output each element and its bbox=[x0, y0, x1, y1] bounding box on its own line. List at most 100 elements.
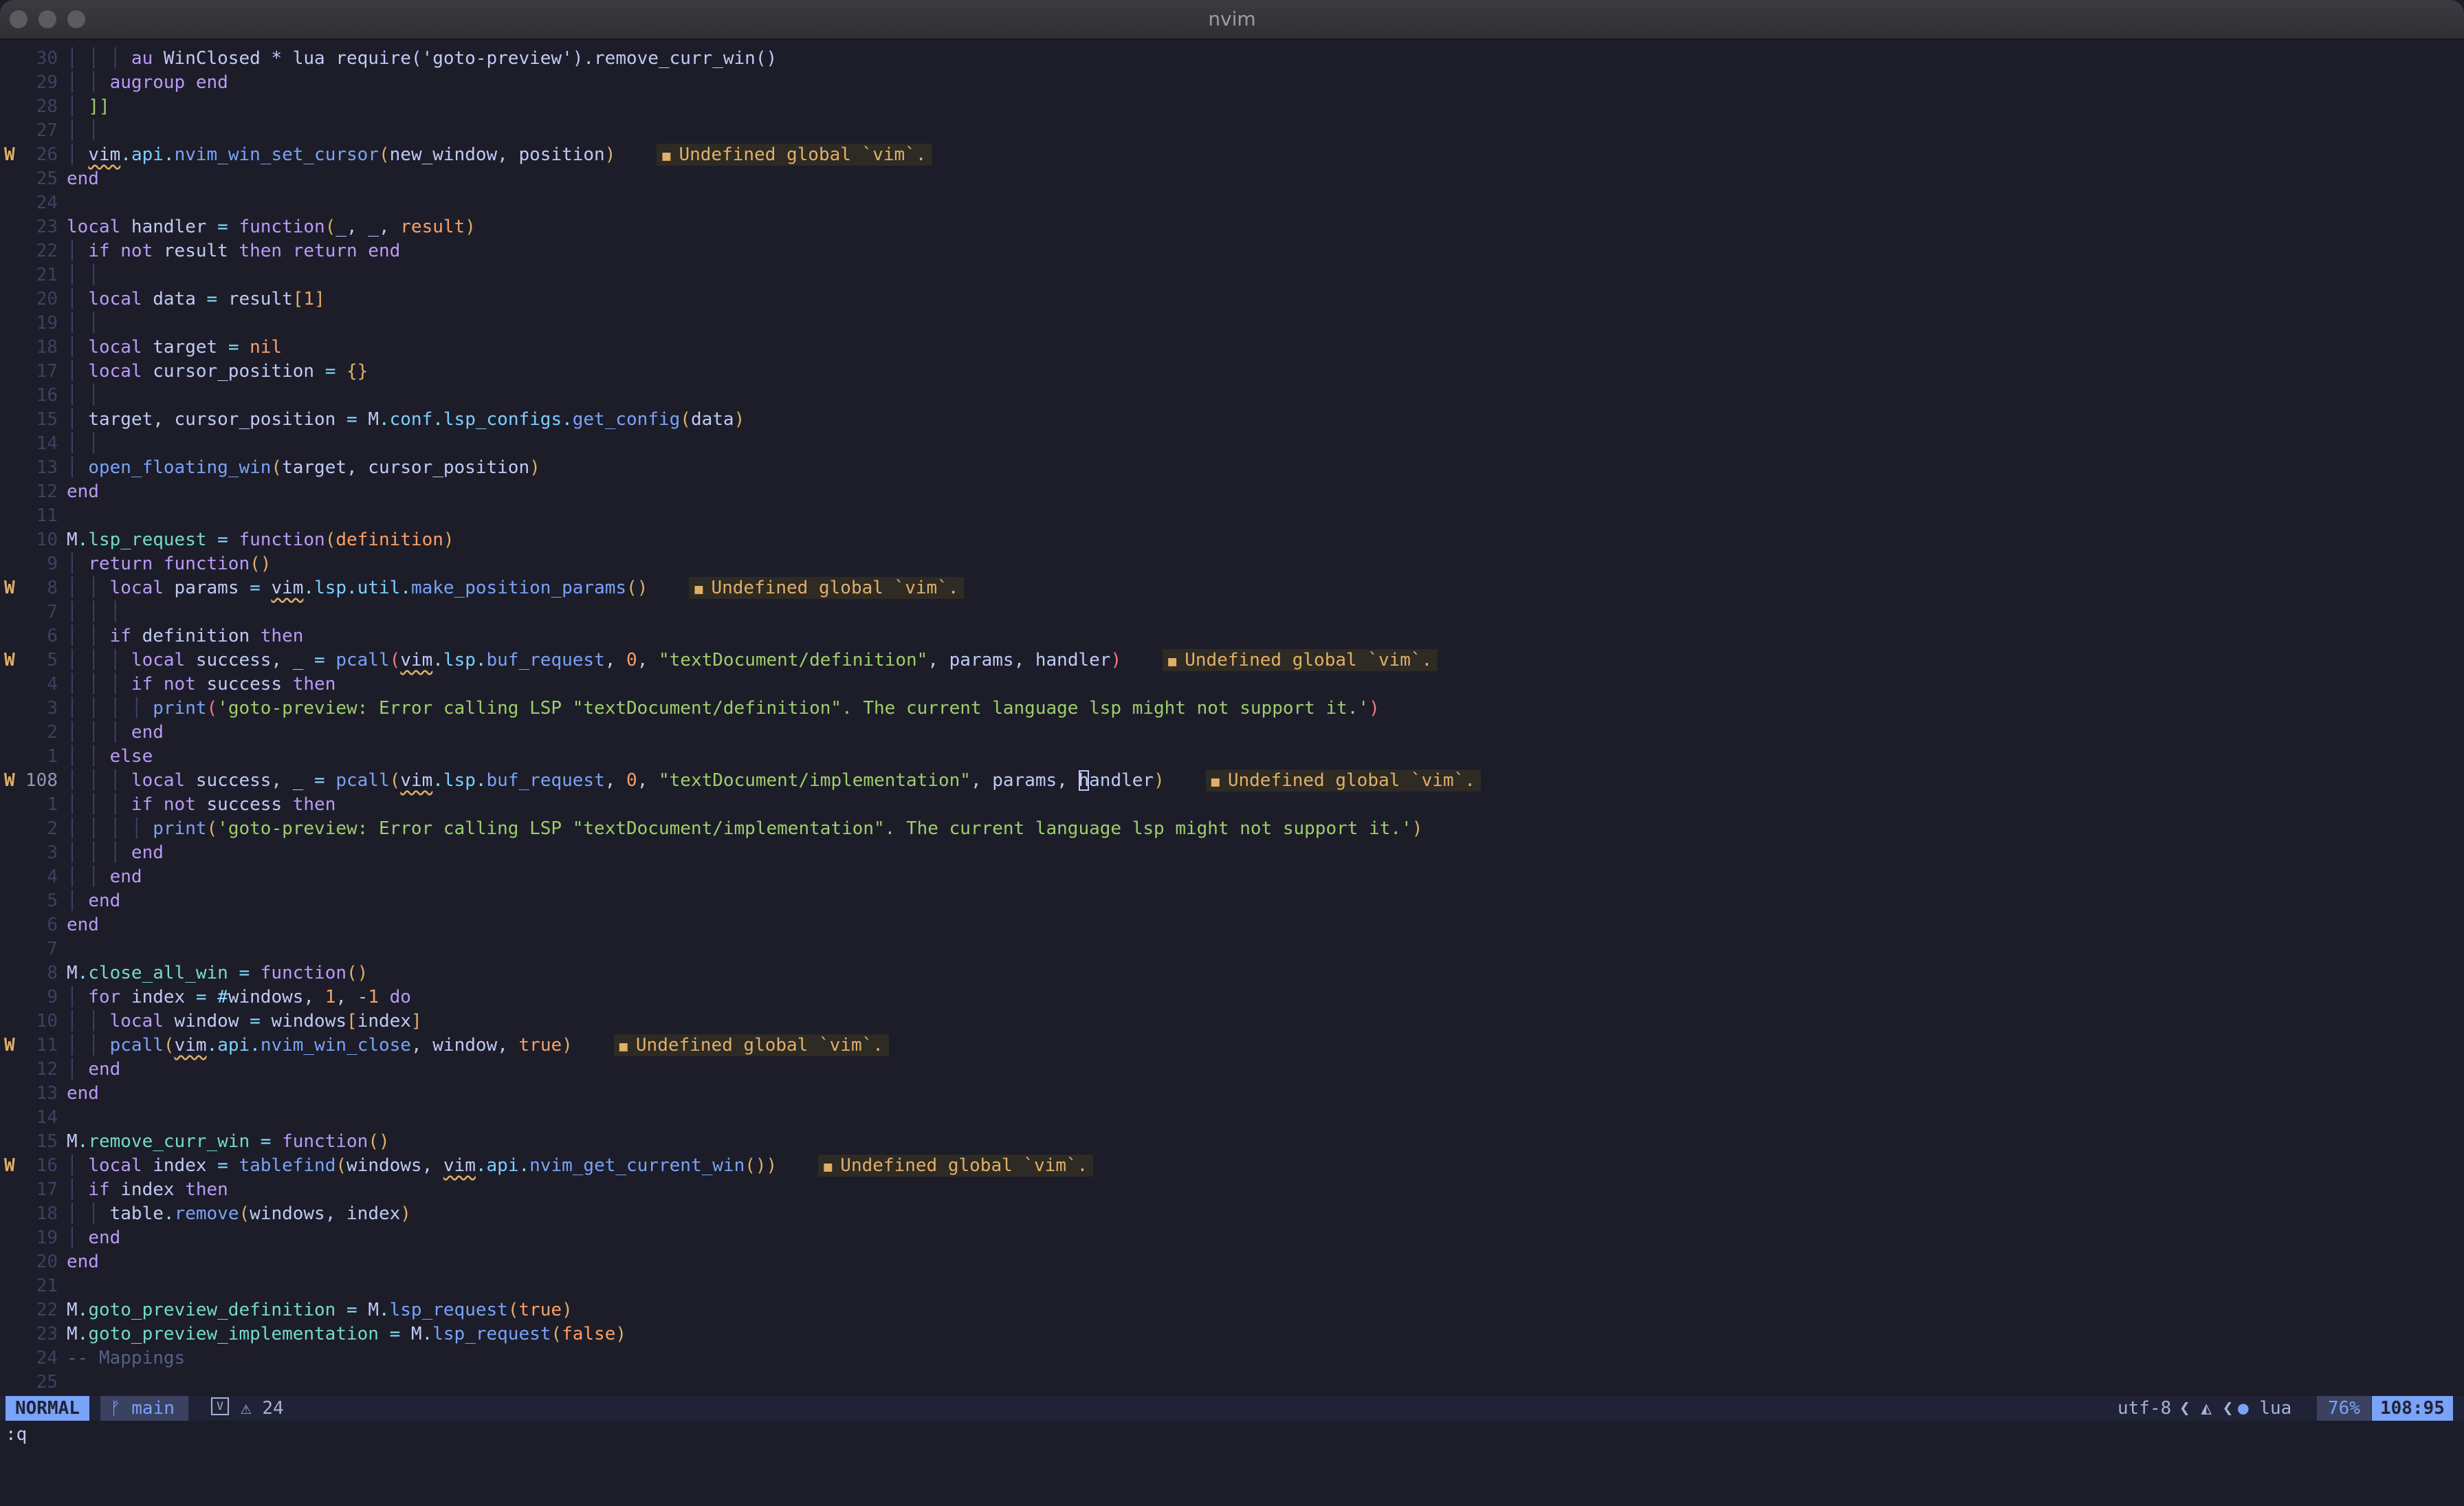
code-token: window bbox=[174, 1011, 250, 1032]
code-token: , bbox=[637, 770, 659, 791]
buffer-line[interactable]: 7 │ │ │ bbox=[0, 600, 2464, 624]
buffer-line[interactable]: W 108 │ │ │ local success, _ = pcall(vim.l… bbox=[0, 769, 2464, 793]
buffer-line[interactable]: 30 │ │ │ au WinClosed * lua require('goto… bbox=[0, 47, 2464, 71]
buffer-line[interactable]: 2 │ │ │ │ print('goto-preview: Error call… bbox=[0, 817, 2464, 841]
code-token: vim bbox=[88, 144, 121, 165]
diagnostic-virtual-text: ■ Undefined global `vim`. bbox=[613, 1034, 889, 1056]
buffer-line[interactable]: 14 │ │ bbox=[0, 432, 2464, 456]
line-number: 23 bbox=[36, 1324, 58, 1344]
buffer-line[interactable]: 10 M.lsp_request = function(definition) bbox=[0, 528, 2464, 552]
git-branch[interactable]: ᚠ main bbox=[100, 1396, 188, 1421]
diagnostics-count[interactable]: ⚠ 24 bbox=[241, 1396, 284, 1421]
buffer-line[interactable]: 22 M.goto_preview_definition = M.lsp_requ… bbox=[0, 1298, 2464, 1322]
code-token: true bbox=[518, 1035, 562, 1056]
buffer-line[interactable]: 24 bbox=[0, 191, 2464, 215]
buffer-line[interactable]: 25 end bbox=[0, 167, 2464, 191]
line-number: 21 bbox=[36, 265, 58, 285]
buffer-line[interactable]: 12 end bbox=[0, 480, 2464, 504]
code-token: = bbox=[324, 361, 346, 382]
code-token: ) bbox=[1154, 770, 1165, 791]
buffer-line[interactable]: 29 │ │ augroup end bbox=[0, 71, 2464, 95]
buffer-line[interactable]: 14 bbox=[0, 1106, 2464, 1130]
code-token: local bbox=[67, 217, 131, 237]
buffer-line[interactable]: 19 │ │ bbox=[0, 312, 2464, 336]
code-token: 1 bbox=[324, 987, 336, 1007]
code-token: function bbox=[260, 963, 347, 983]
line-number: 1 bbox=[47, 746, 58, 767]
line-number: 9 bbox=[47, 554, 58, 574]
buffer-line[interactable]: 7 bbox=[0, 937, 2464, 961]
buffer-line[interactable]: W 11 │ │ pcall(vim.api.nvim_win_close, win… bbox=[0, 1034, 2464, 1058]
diagnostic-square-icon: ■ bbox=[662, 147, 679, 164]
buffer-line[interactable]: 21 │ │ bbox=[0, 263, 2464, 287]
buffer-line[interactable]: W 16 │ local index = tablefind(windows, vi… bbox=[0, 1154, 2464, 1178]
buffer-line[interactable]: 13 │ open_floating_win(target, cursor_pos… bbox=[0, 456, 2464, 480]
buffer-line[interactable]: 2 │ │ │ end bbox=[0, 721, 2464, 745]
buffer-line[interactable]: 1 │ │ │ if not success then bbox=[0, 793, 2464, 817]
buffer-line[interactable]: 13 end bbox=[0, 1082, 2464, 1106]
statusline: NORMAL ᚠ main V ⚠ 24 utf-8 ❮ ◭ ❮ ● lua 7… bbox=[0, 1396, 2464, 1421]
command-line[interactable]: :q bbox=[6, 1422, 27, 1447]
code-token: nvim_win_close bbox=[260, 1035, 411, 1056]
file-encoding: utf-8 bbox=[2118, 1398, 2172, 1419]
buffer-line[interactable]: 22 │ if not result then return end bbox=[0, 239, 2464, 263]
code-token: params bbox=[174, 578, 250, 598]
git-branch-label: main bbox=[131, 1398, 175, 1419]
buffer-line[interactable]: 4 │ │ end bbox=[0, 865, 2464, 889]
code-text: │ │ local window = windows[index] bbox=[67, 1010, 422, 1034]
buffer-line[interactable]: 15 │ target, cursor_position = M.conf.lsp… bbox=[0, 408, 2464, 432]
code-token: result bbox=[228, 289, 293, 309]
code-token: . bbox=[77, 963, 89, 983]
buffer-line[interactable]: 6 │ │ if definition then bbox=[0, 624, 2464, 648]
buffer-line[interactable]: 23 local handler = function(_, _, result) bbox=[0, 215, 2464, 239]
buffer-line[interactable]: 12 │ end bbox=[0, 1058, 2464, 1082]
buffer-line[interactable]: W 5 │ │ │ local success, _ = pcall(vim.lsp… bbox=[0, 648, 2464, 673]
buffer-line[interactable]: 4 │ │ │ if not success then bbox=[0, 673, 2464, 697]
code-token: │ │ bbox=[67, 72, 110, 93]
code-token: true bbox=[518, 1300, 562, 1320]
code-token: │ bbox=[67, 96, 89, 117]
buffer-line[interactable]: 11 bbox=[0, 504, 2464, 528]
line-number: 14 bbox=[36, 433, 58, 454]
code-token: = bbox=[250, 1011, 272, 1032]
buffer-line[interactable]: 21 bbox=[0, 1274, 2464, 1298]
buffer-line[interactable]: 9 │ return function() bbox=[0, 552, 2464, 576]
buffer-line[interactable]: 20 │ local data = result[1] bbox=[0, 287, 2464, 312]
buffer-line[interactable]: 17 │ local cursor_position = {} bbox=[0, 360, 2464, 384]
buffer-line[interactable]: 6 end bbox=[0, 913, 2464, 937]
editor-buffer[interactable]: 30 │ │ │ au WinClosed * lua require('goto… bbox=[0, 47, 2464, 1395]
code-text: │ │ bbox=[67, 263, 99, 287]
buffer-line[interactable]: 20 end bbox=[0, 1250, 2464, 1274]
buffer-line[interactable]: 17 │ if index then bbox=[0, 1178, 2464, 1202]
diagnostic-square-icon: ■ bbox=[694, 580, 712, 597]
buffer-line[interactable]: 25 bbox=[0, 1371, 2464, 1395]
code-token: = bbox=[239, 963, 261, 983]
file-progress: 76% bbox=[2317, 1396, 2371, 1421]
buffer-line[interactable]: 3 │ │ │ end bbox=[0, 841, 2464, 865]
buffer-line[interactable]: 18 │ local target = nil bbox=[0, 336, 2464, 360]
code-token: ) bbox=[562, 1035, 573, 1056]
buffer-line[interactable]: W 8 │ │ local params = vim.lsp.util.make_p… bbox=[0, 576, 2464, 600]
code-token: ) bbox=[529, 457, 540, 478]
buffer-line[interactable]: 23 M.goto_preview_implementation = M.lsp_… bbox=[0, 1322, 2464, 1346]
buffer-line[interactable]: 19 │ end bbox=[0, 1226, 2464, 1250]
code-text: │ │ end bbox=[67, 865, 142, 889]
mode-indicator: NORMAL bbox=[6, 1396, 89, 1421]
buffer-line[interactable]: 28 │ ]] bbox=[0, 95, 2464, 119]
code-token: target bbox=[153, 337, 228, 358]
buffer-line[interactable]: 18 │ │ table.remove(windows, index) bbox=[0, 1202, 2464, 1226]
buffer-line[interactable]: 3 │ │ │ │ print('goto-preview: Error call… bbox=[0, 697, 2464, 721]
buffer-line[interactable]: 15 M.remove_curr_win = function() bbox=[0, 1130, 2464, 1154]
buffer-line[interactable]: 8 M.close_all_win = function() bbox=[0, 961, 2464, 985]
buffer-line[interactable]: W 26 │ vim.api.nvim_win_set_cursor(new_win… bbox=[0, 143, 2464, 167]
buffer-line[interactable]: 1 │ │ else bbox=[0, 745, 2464, 769]
buffer-line[interactable]: 10 │ │ local window = windows[index] bbox=[0, 1010, 2464, 1034]
buffer-line[interactable]: 27 │ │ bbox=[0, 119, 2464, 143]
buffer-line[interactable]: 9 │ for index = #windows, 1, -1 do bbox=[0, 985, 2464, 1010]
code-token: . bbox=[421, 1324, 433, 1344]
buffer-line[interactable]: 16 │ │ bbox=[0, 384, 2464, 408]
code-text: │ end bbox=[67, 1226, 120, 1250]
buffer-line[interactable]: 5 │ end bbox=[0, 889, 2464, 913]
code-token: │ │ bbox=[67, 120, 99, 141]
buffer-line[interactable]: 24 -- Mappings bbox=[0, 1346, 2464, 1371]
